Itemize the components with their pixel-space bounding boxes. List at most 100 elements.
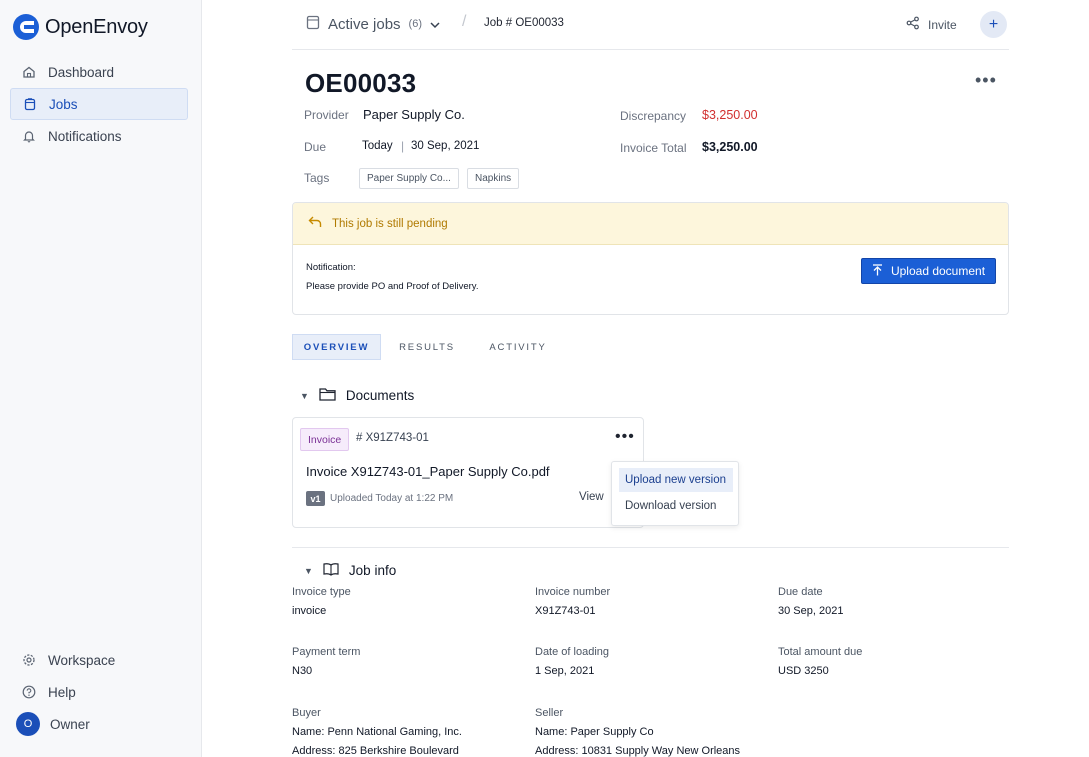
sidebar-item-jobs[interactable]: Jobs xyxy=(10,88,188,120)
field-label-date-of-loading: Date of loading xyxy=(535,646,609,658)
tab-results[interactable]: RESULTS xyxy=(381,334,473,360)
upload-document-label: Upload document xyxy=(890,264,986,278)
field-value-total-amount-due: USD 3250 xyxy=(778,665,829,677)
documents-heading: Documents xyxy=(345,388,415,403)
invoice-total-label: Invoice Total xyxy=(620,141,687,155)
field-value-invoice-number: X91Z743-01 xyxy=(535,605,596,617)
field-value-seller-address: Address: 10831 Supply Way New Orleans xyxy=(535,745,741,757)
chevron-down-icon xyxy=(430,16,440,33)
field-label-buyer: Buyer xyxy=(292,707,321,719)
home-icon xyxy=(22,65,36,79)
field-label-due-date: Due date xyxy=(778,586,823,598)
page-title: OE00033 xyxy=(305,68,417,98)
job-info-heading: Job info xyxy=(348,563,397,578)
invoice-total-value: $3,250.00 xyxy=(702,140,758,154)
openenvoy-logo-icon xyxy=(13,14,39,40)
breadcrumb-job: Job # OE00033 xyxy=(484,17,564,29)
document-filename[interactable]: Invoice X91Z743-01_Paper Supply Co.pdf xyxy=(306,464,550,479)
provider-label: Provider xyxy=(304,108,349,122)
sidebar-item-label: Jobs xyxy=(49,96,78,112)
field-value-payment-term: N30 xyxy=(292,665,313,677)
field-value-buyer-address: Address: 825 Berkshire Boulevard xyxy=(292,745,459,757)
field-label-total-amount-due: Total amount due xyxy=(778,646,863,658)
field-value-invoice-type: invoice xyxy=(292,605,327,617)
breadcrumb-jobs-label: Active jobs xyxy=(328,15,401,33)
provider-value: Paper Supply Co. xyxy=(363,107,465,122)
tab-activity[interactable]: ACTIVITY xyxy=(473,334,563,360)
clipboard-icon xyxy=(306,14,320,34)
discrepancy-value: $3,250.00 xyxy=(702,108,758,122)
breadcrumb-active-jobs[interactable]: Active jobs (6) xyxy=(306,14,440,34)
view-link[interactable]: View xyxy=(579,491,604,503)
pending-status-bar: This job is still pending xyxy=(293,203,1008,245)
tab-overview[interactable]: OVERVIEW xyxy=(292,334,381,360)
sidebar-item-notifications[interactable]: Notifications xyxy=(10,120,188,152)
document-context-menu: Upload new version Download version xyxy=(611,461,739,526)
return-arrow-icon xyxy=(308,216,322,231)
sidebar-item-workspace[interactable]: Workspace xyxy=(10,644,188,676)
clipboard-icon xyxy=(23,97,37,111)
tag-paper-supply[interactable]: Paper Supply Co... xyxy=(359,168,459,189)
invite-label: Invite xyxy=(928,17,957,32)
documents-section-toggle[interactable]: ▼ Documents xyxy=(300,387,414,404)
invite-button[interactable]: Invite xyxy=(906,16,957,33)
document-card[interactable]: Invoice # X91Z743-01 ••• Invoice X91Z743… xyxy=(292,417,644,528)
caret-down-icon: ▼ xyxy=(304,565,313,576)
document-id: # X91Z743-01 xyxy=(356,432,429,444)
uploaded-text: Uploaded Today at 1:22 PM xyxy=(330,493,454,504)
breadcrumb-separator: / xyxy=(462,13,467,30)
sidebar: OpenEnvoy Dashboard Jobs Notifications W… xyxy=(0,0,202,757)
sidebar-item-label: Dashboard xyxy=(48,64,115,80)
help-icon xyxy=(22,685,36,699)
share-icon xyxy=(906,16,920,33)
due-separator: | xyxy=(401,139,405,153)
field-value-seller-name: Name: Paper Supply Co xyxy=(535,726,654,738)
sidebar-item-label: Owner xyxy=(50,716,90,732)
sidebar-item-dashboard[interactable]: Dashboard xyxy=(10,56,188,88)
due-today: Today xyxy=(362,140,393,152)
tag-napkins[interactable]: Napkins xyxy=(467,168,520,189)
header: Active jobs (6) / Job # OE00033 Invite + xyxy=(292,0,1009,50)
menu-item-upload-new-version[interactable]: Upload new version xyxy=(619,468,733,492)
gear-icon xyxy=(22,653,36,667)
due-date: 30 Sep, 2021 xyxy=(411,140,480,152)
sidebar-bottom-nav: Workspace Help O Owner xyxy=(10,644,188,740)
notification-text: Please provide PO and Proof of Delivery. xyxy=(306,281,479,292)
bell-icon xyxy=(22,129,36,143)
upload-document-button[interactable]: Upload document xyxy=(861,258,996,284)
sidebar-item-label: Help xyxy=(48,684,76,700)
field-value-buyer-name: Name: Penn National Gaming, Inc. xyxy=(292,726,462,738)
field-value-due-date: 30 Sep, 2021 xyxy=(778,605,844,617)
pending-status-text: This job is still pending xyxy=(332,217,448,230)
pending-panel: This job is still pending Notification: … xyxy=(292,202,1009,315)
discrepancy-label: Discrepancy xyxy=(620,109,687,123)
document-type-badge: Invoice xyxy=(300,428,350,451)
field-label-invoice-type: Invoice type xyxy=(292,586,351,598)
version-badge: v1 xyxy=(306,491,325,506)
folder-icon xyxy=(319,387,336,404)
job-info-section-toggle[interactable]: ▼ Job info xyxy=(304,562,396,579)
menu-item-download-version[interactable]: Download version xyxy=(619,494,733,518)
tags-label: Tags xyxy=(304,171,330,185)
divider xyxy=(292,547,1009,548)
add-button[interactable]: + xyxy=(980,11,1007,38)
sidebar-item-help[interactable]: Help xyxy=(10,676,188,708)
job-more-menu-icon[interactable]: ••• xyxy=(975,70,997,91)
due-label: Due xyxy=(304,140,327,154)
field-label-payment-term: Payment term xyxy=(292,646,361,658)
notification-label: Notification: xyxy=(306,262,356,273)
tab-bar: OVERVIEW RESULTS ACTIVITY xyxy=(292,334,563,360)
caret-down-icon: ▼ xyxy=(300,390,309,401)
document-more-icon[interactable]: ••• xyxy=(615,428,635,446)
book-icon xyxy=(323,562,339,579)
sidebar-nav: Dashboard Jobs Notifications xyxy=(10,56,188,152)
upload-icon xyxy=(872,263,883,279)
app-name: OpenEnvoy xyxy=(45,15,148,38)
field-label-invoice-number: Invoice number xyxy=(535,586,611,598)
logo[interactable]: OpenEnvoy xyxy=(13,14,148,40)
avatar: O xyxy=(16,712,40,736)
sidebar-item-label: Notifications xyxy=(48,128,122,144)
sidebar-item-owner[interactable]: O Owner xyxy=(10,708,188,740)
jobs-count: (6) xyxy=(408,18,422,30)
field-value-date-of-loading: 1 Sep, 2021 xyxy=(535,665,595,677)
